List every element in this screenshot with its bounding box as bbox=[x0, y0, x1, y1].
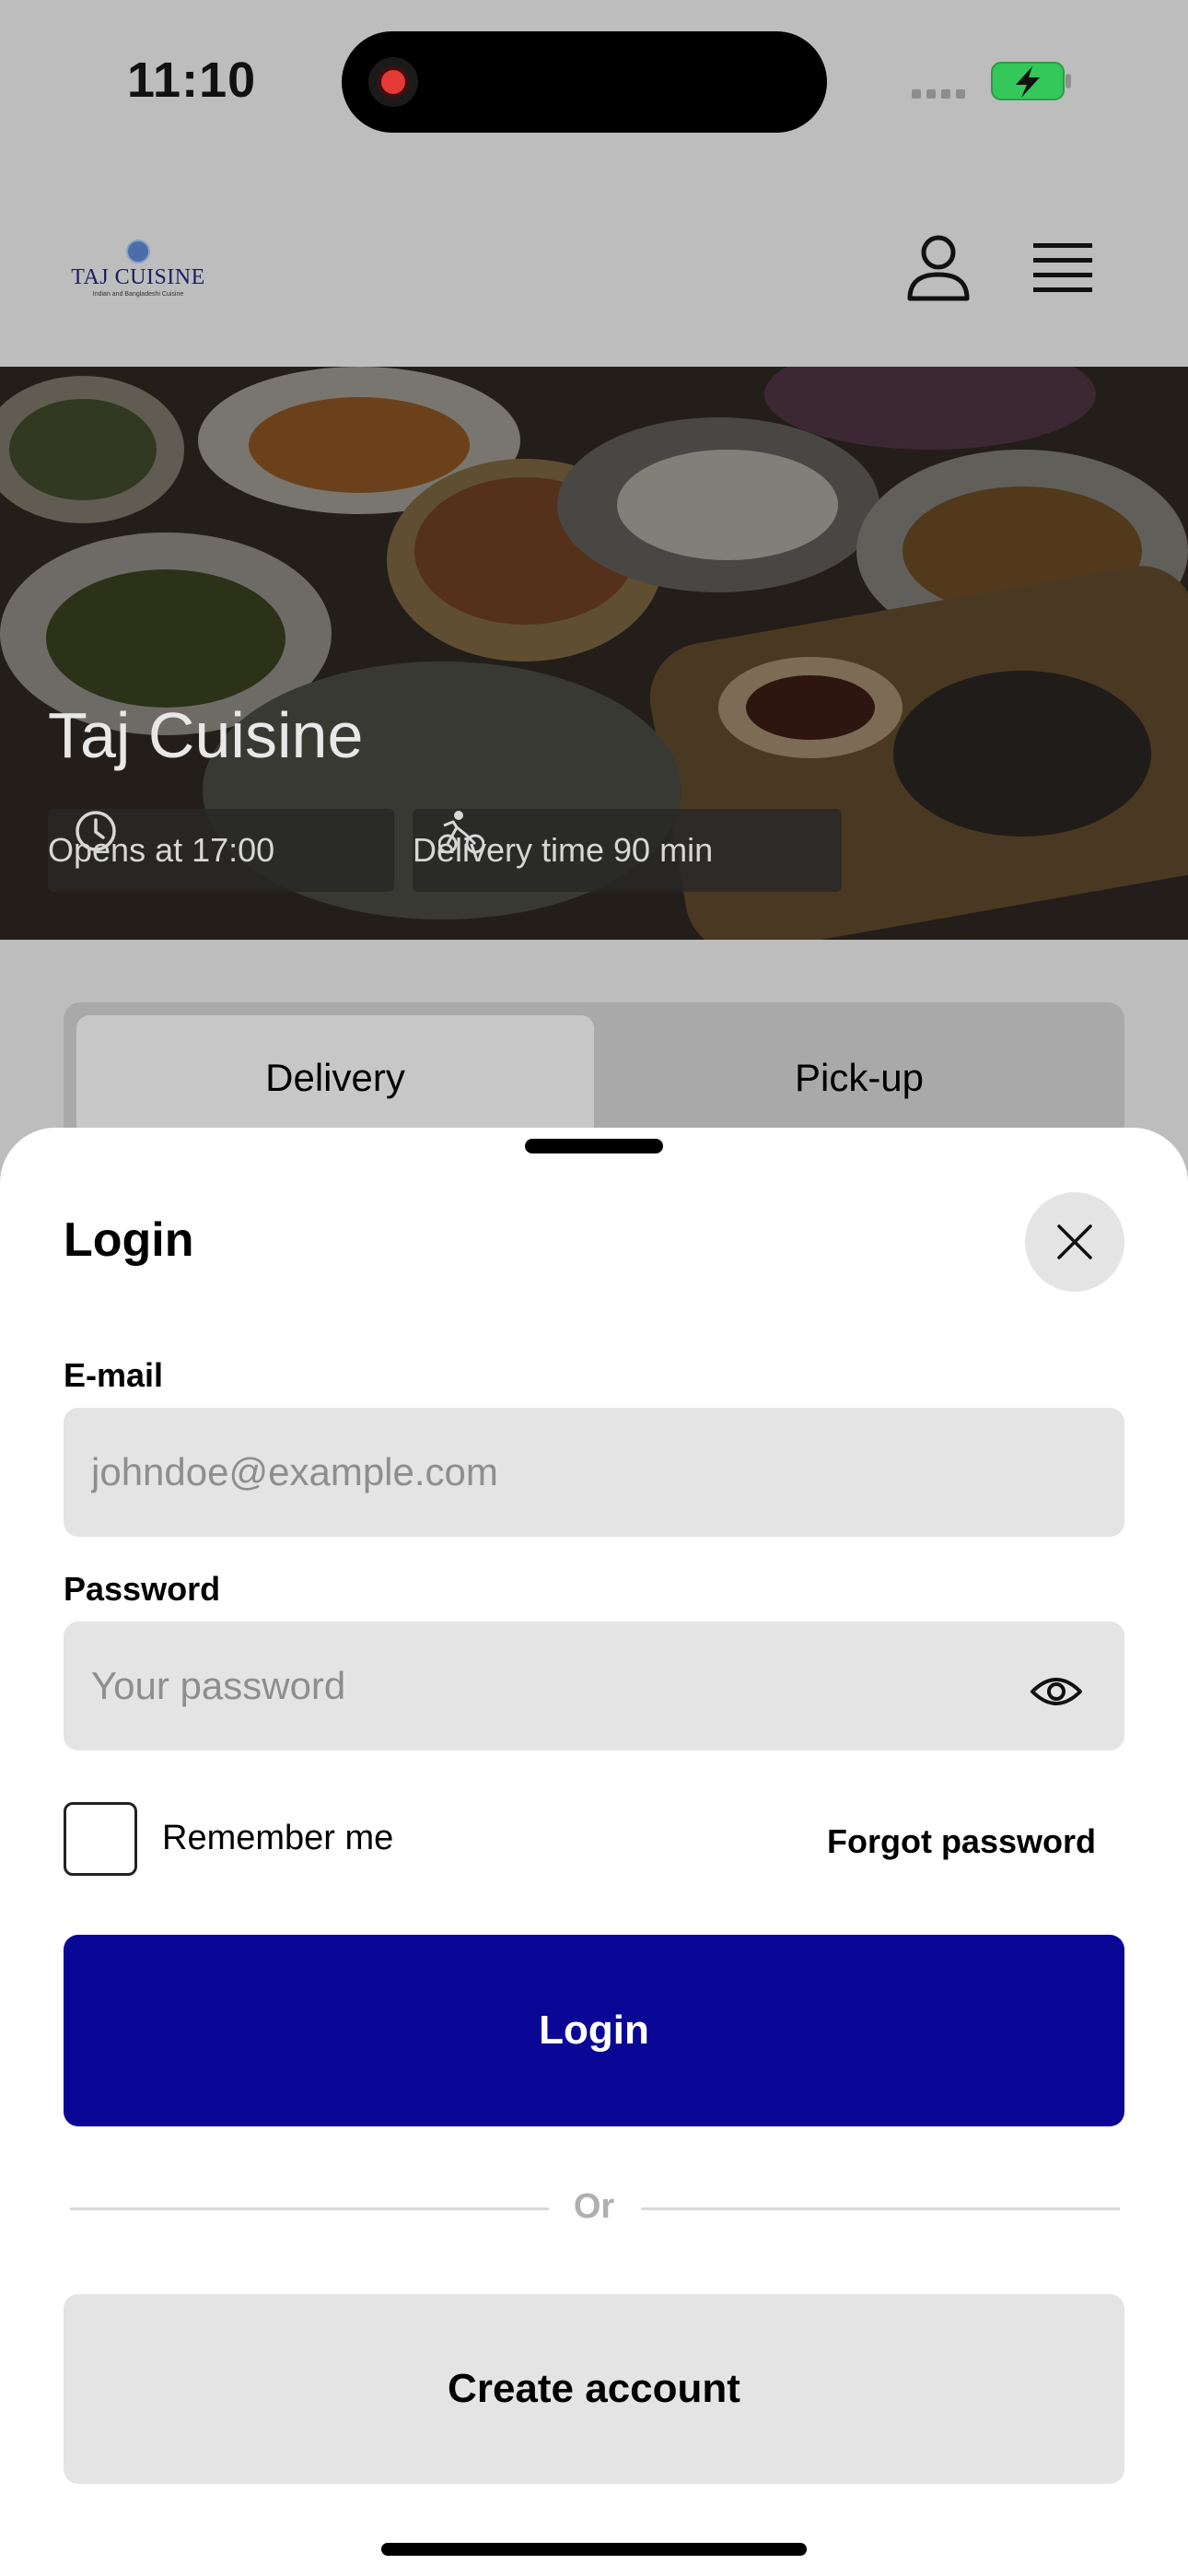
password-field[interactable] bbox=[64, 1622, 1124, 1751]
logo-emblem-icon bbox=[126, 240, 150, 263]
logo-title: TAJ CUISINE bbox=[71, 265, 205, 289]
status-bar: 11:10 bbox=[0, 0, 1188, 166]
divider-line-right bbox=[641, 2207, 1120, 2210]
cellular-signal-icon bbox=[912, 87, 971, 103]
close-icon bbox=[1057, 1224, 1092, 1259]
sheet-title: Login bbox=[64, 1213, 194, 1267]
logo-subtitle: Indian and Bangladeshi Cuisine bbox=[92, 291, 184, 298]
battery-charging-icon bbox=[991, 62, 1071, 100]
status-time: 11:10 bbox=[127, 53, 257, 108]
email-field[interactable] bbox=[64, 1408, 1124, 1537]
app-header: TAJ CUISINE Indian and Bangladeshi Cuisi… bbox=[0, 166, 1188, 369]
restaurant-name: Taj Cuisine bbox=[48, 699, 364, 771]
restaurant-logo[interactable]: TAJ CUISINE Indian and Bangladeshi Cuisi… bbox=[64, 240, 212, 298]
email-label: E-mail bbox=[64, 1356, 164, 1394]
show-password-eye-icon[interactable] bbox=[1029, 1673, 1084, 1710]
tab-pick-up[interactable]: Pick-up bbox=[607, 1015, 1112, 1144]
sheet-grabber-handle[interactable] bbox=[525, 1139, 663, 1153]
opening-hours-chip: Opens at 17:00 bbox=[48, 809, 394, 892]
login-button[interactable]: Login bbox=[64, 1935, 1124, 2126]
remember-me-checkbox[interactable] bbox=[64, 1802, 137, 1876]
login-sheet: Login E-mail Password Remember me Forgot… bbox=[0, 1128, 1188, 2576]
delivery-time-chip: Delivery time 90 min bbox=[413, 809, 842, 892]
bicycle-courier-icon bbox=[438, 811, 484, 854]
order-type-switch: Delivery Pick-up bbox=[64, 1002, 1124, 1144]
clock-icon bbox=[76, 811, 116, 851]
home-indicator[interactable] bbox=[381, 2543, 807, 2556]
menu-icon[interactable] bbox=[1033, 241, 1092, 293]
hero-banner: Taj Cuisine Opens at 17:00 Delivery time… bbox=[0, 367, 1188, 940]
user-icon[interactable] bbox=[906, 232, 971, 302]
remember-me-label[interactable]: Remember me bbox=[162, 1819, 393, 1858]
password-label: Password bbox=[64, 1570, 221, 1608]
create-account-button[interactable]: Create account bbox=[64, 2294, 1124, 2484]
close-button[interactable] bbox=[1025, 1192, 1124, 1292]
screen-recording-icon bbox=[368, 57, 418, 107]
tab-delivery[interactable]: Delivery bbox=[76, 1015, 594, 1144]
forgot-password-link[interactable]: Forgot password bbox=[827, 1822, 1096, 1861]
